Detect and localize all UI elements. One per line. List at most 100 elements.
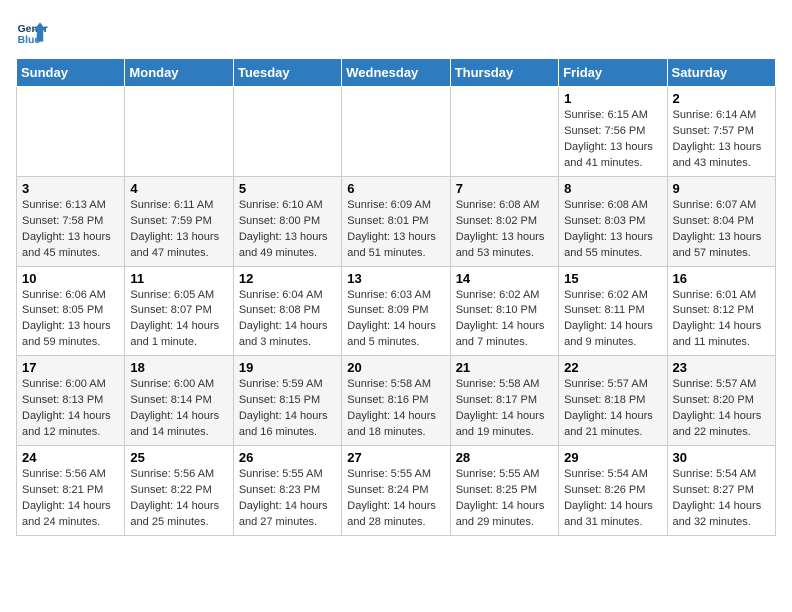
day-number: 27: [347, 450, 444, 465]
calendar-cell: 19 Sunrise: 5:59 AMSunset: 8:15 PMDayligh…: [233, 356, 341, 446]
day-info: Sunrise: 6:07 AMSunset: 8:04 PMDaylight:…: [673, 198, 770, 262]
day-number: 8: [564, 181, 661, 196]
day-info: Sunrise: 5:58 AMSunset: 8:17 PMDaylight:…: [456, 377, 553, 441]
calendar-cell: [125, 87, 233, 177]
day-info: Sunrise: 5:55 AMSunset: 8:23 PMDaylight:…: [239, 467, 336, 531]
calendar-cell: 24 Sunrise: 5:56 AMSunset: 8:21 PMDayligh…: [17, 446, 125, 536]
day-number: 25: [130, 450, 227, 465]
day-info: Sunrise: 6:09 AMSunset: 8:01 PMDaylight:…: [347, 198, 444, 262]
day-info: Sunrise: 6:13 AMSunset: 7:58 PMDaylight:…: [22, 198, 119, 262]
calendar-week-3: 10 Sunrise: 6:06 AMSunset: 8:05 PMDayligh…: [17, 266, 776, 356]
calendar-body: 1Sunrise: 6:15 AMSunset: 7:56 PMDaylight…: [17, 87, 776, 536]
day-info: Sunrise: 6:00 AMSunset: 8:14 PMDaylight:…: [130, 377, 227, 441]
calendar-cell: 18 Sunrise: 6:00 AMSunset: 8:14 PMDayligh…: [125, 356, 233, 446]
calendar-week-4: 17 Sunrise: 6:00 AMSunset: 8:13 PMDayligh…: [17, 356, 776, 446]
day-info: Sunrise: 6:10 AMSunset: 8:00 PMDaylight:…: [239, 198, 336, 262]
day-info: Sunrise: 5:57 AMSunset: 8:18 PMDaylight:…: [564, 377, 661, 441]
day-number: 22: [564, 360, 661, 375]
day-number: 7: [456, 181, 553, 196]
weekday-header-monday: Monday: [125, 59, 233, 87]
day-info: Sunrise: 6:08 AMSunset: 8:03 PMDaylight:…: [564, 198, 661, 262]
calendar-week-2: 3 Sunrise: 6:13 AMSunset: 7:58 PMDaylight…: [17, 176, 776, 266]
day-info: Sunrise: 5:59 AMSunset: 8:15 PMDaylight:…: [239, 377, 336, 441]
calendar-cell: 11Sunrise: 6:05 AMSunset: 8:07 PMDayligh…: [125, 266, 233, 356]
day-number: 15: [564, 271, 661, 286]
day-number: 26: [239, 450, 336, 465]
day-info: Sunrise: 6:03 AMSunset: 8:09 PMDaylight:…: [347, 288, 444, 352]
day-number: 1: [564, 91, 661, 106]
day-number: 17: [22, 360, 119, 375]
calendar-cell: 16 Sunrise: 6:01 AMSunset: 8:12 PMDayligh…: [667, 266, 775, 356]
day-number: 10: [22, 271, 119, 286]
day-number: 9: [673, 181, 770, 196]
calendar-cell: 25 Sunrise: 5:56 AMSunset: 8:22 PMDayligh…: [125, 446, 233, 536]
calendar-cell: 21 Sunrise: 5:58 AMSunset: 8:17 PMDayligh…: [450, 356, 558, 446]
day-info: Sunrise: 6:14 AMSunset: 7:57 PMDaylight:…: [673, 108, 770, 172]
page-header: General Blue: [16, 16, 776, 48]
day-info: Sunrise: 6:08 AMSunset: 8:02 PMDaylight:…: [456, 198, 553, 262]
day-number: 14: [456, 271, 553, 286]
day-info: Sunrise: 6:04 AMSunset: 8:08 PMDaylight:…: [239, 288, 336, 352]
day-info: Sunrise: 5:54 AMSunset: 8:27 PMDaylight:…: [673, 467, 770, 531]
day-info: Sunrise: 6:06 AMSunset: 8:05 PMDaylight:…: [22, 288, 119, 352]
day-number: 28: [456, 450, 553, 465]
day-number: 11: [130, 271, 227, 286]
calendar-cell: 17 Sunrise: 6:00 AMSunset: 8:13 PMDayligh…: [17, 356, 125, 446]
calendar-cell: 9 Sunrise: 6:07 AMSunset: 8:04 PMDaylight…: [667, 176, 775, 266]
calendar-table: SundayMondayTuesdayWednesdayThursdayFrid…: [16, 58, 776, 536]
day-info: Sunrise: 5:56 AMSunset: 8:21 PMDaylight:…: [22, 467, 119, 531]
calendar-cell: 23 Sunrise: 5:57 AMSunset: 8:20 PMDayligh…: [667, 356, 775, 446]
weekday-header-thursday: Thursday: [450, 59, 558, 87]
day-number: 2: [673, 91, 770, 106]
day-number: 18: [130, 360, 227, 375]
day-number: 4: [130, 181, 227, 196]
calendar-cell: [450, 87, 558, 177]
day-number: 29: [564, 450, 661, 465]
day-info: Sunrise: 6:00 AMSunset: 8:13 PMDaylight:…: [22, 377, 119, 441]
day-info: Sunrise: 5:57 AMSunset: 8:20 PMDaylight:…: [673, 377, 770, 441]
calendar-cell: 13 Sunrise: 6:03 AMSunset: 8:09 PMDayligh…: [342, 266, 450, 356]
calendar-cell: 28 Sunrise: 5:55 AMSunset: 8:25 PMDayligh…: [450, 446, 558, 536]
day-number: 19: [239, 360, 336, 375]
weekday-header-wednesday: Wednesday: [342, 59, 450, 87]
day-number: 12: [239, 271, 336, 286]
day-number: 16: [673, 271, 770, 286]
day-info: Sunrise: 5:58 AMSunset: 8:16 PMDaylight:…: [347, 377, 444, 441]
calendar-week-1: 1Sunrise: 6:15 AMSunset: 7:56 PMDaylight…: [17, 87, 776, 177]
logo: General Blue: [16, 16, 48, 48]
calendar-cell: 3 Sunrise: 6:13 AMSunset: 7:58 PMDaylight…: [17, 176, 125, 266]
day-number: 6: [347, 181, 444, 196]
day-number: 20: [347, 360, 444, 375]
calendar-cell: [17, 87, 125, 177]
day-info: Sunrise: 6:02 AMSunset: 8:11 PMDaylight:…: [564, 288, 661, 352]
day-info: Sunrise: 6:11 AMSunset: 7:59 PMDaylight:…: [130, 198, 227, 262]
day-number: 23: [673, 360, 770, 375]
calendar-cell: 8 Sunrise: 6:08 AMSunset: 8:03 PMDaylight…: [559, 176, 667, 266]
day-number: 24: [22, 450, 119, 465]
calendar-cell: 30 Sunrise: 5:54 AMSunset: 8:27 PMDayligh…: [667, 446, 775, 536]
calendar-cell: 14 Sunrise: 6:02 AMSunset: 8:10 PMDayligh…: [450, 266, 558, 356]
calendar-cell: 5Sunrise: 6:10 AMSunset: 8:00 PMDaylight…: [233, 176, 341, 266]
weekday-header-friday: Friday: [559, 59, 667, 87]
calendar-cell: 20 Sunrise: 5:58 AMSunset: 8:16 PMDayligh…: [342, 356, 450, 446]
day-info: Sunrise: 5:56 AMSunset: 8:22 PMDaylight:…: [130, 467, 227, 531]
calendar-cell: 27 Sunrise: 5:55 AMSunset: 8:24 PMDayligh…: [342, 446, 450, 536]
day-info: Sunrise: 5:54 AMSunset: 8:26 PMDaylight:…: [564, 467, 661, 531]
calendar-cell: 1Sunrise: 6:15 AMSunset: 7:56 PMDaylight…: [559, 87, 667, 177]
day-info: Sunrise: 5:55 AMSunset: 8:25 PMDaylight:…: [456, 467, 553, 531]
weekday-header-row: SundayMondayTuesdayWednesdayThursdayFrid…: [17, 59, 776, 87]
calendar-week-5: 24 Sunrise: 5:56 AMSunset: 8:21 PMDayligh…: [17, 446, 776, 536]
calendar-cell: 10 Sunrise: 6:06 AMSunset: 8:05 PMDayligh…: [17, 266, 125, 356]
day-info: Sunrise: 6:01 AMSunset: 8:12 PMDaylight:…: [673, 288, 770, 352]
calendar-cell: 2 Sunrise: 6:14 AMSunset: 7:57 PMDaylight…: [667, 87, 775, 177]
day-number: 3: [22, 181, 119, 196]
calendar-cell: [233, 87, 341, 177]
day-info: Sunrise: 6:02 AMSunset: 8:10 PMDaylight:…: [456, 288, 553, 352]
weekday-header-tuesday: Tuesday: [233, 59, 341, 87]
day-number: 30: [673, 450, 770, 465]
day-number: 21: [456, 360, 553, 375]
calendar-cell: 26 Sunrise: 5:55 AMSunset: 8:23 PMDayligh…: [233, 446, 341, 536]
weekday-header-saturday: Saturday: [667, 59, 775, 87]
day-number: 13: [347, 271, 444, 286]
day-info: Sunrise: 5:55 AMSunset: 8:24 PMDaylight:…: [347, 467, 444, 531]
